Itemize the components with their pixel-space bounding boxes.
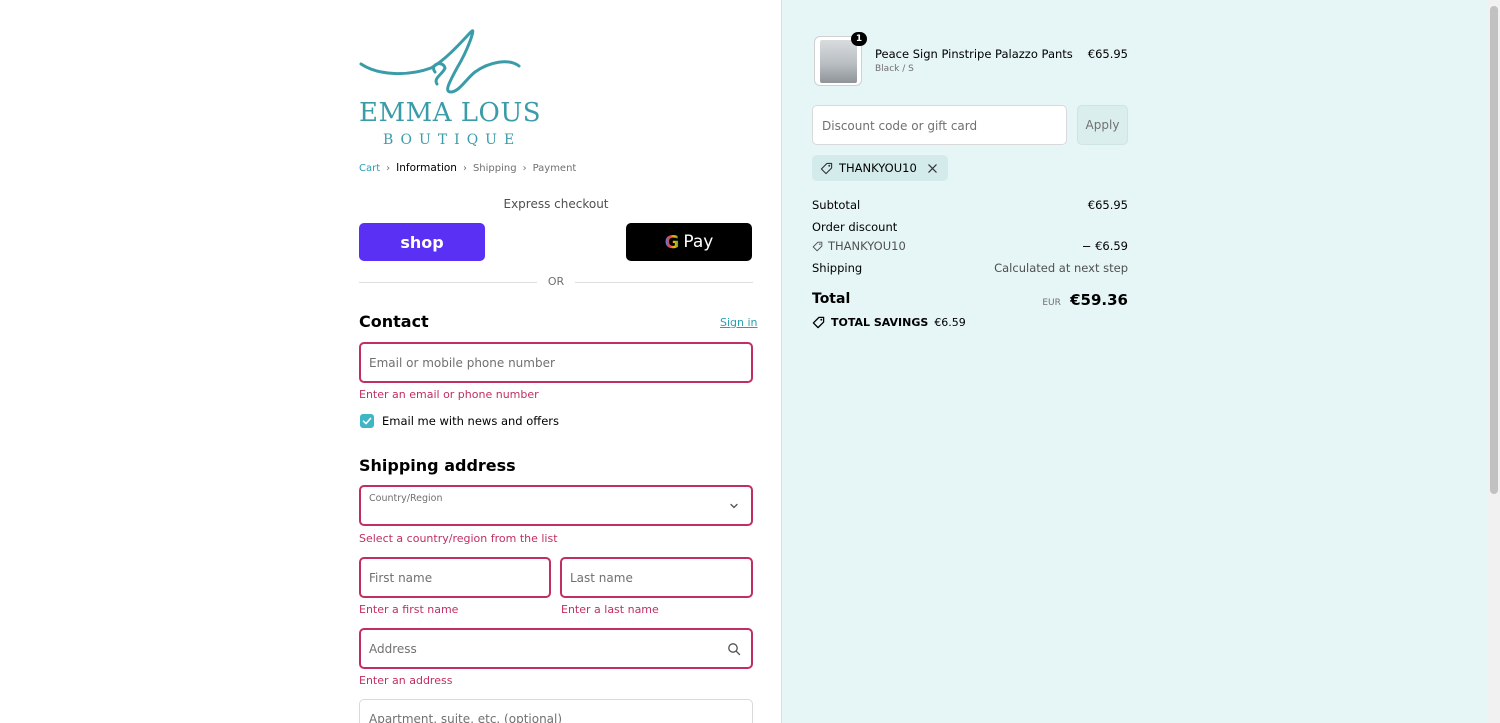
contact-heading: Contact [359, 312, 429, 331]
news-checkbox-label[interactable]: Email me with news and offers [382, 414, 559, 428]
email-error: Enter an email or phone number [359, 388, 539, 401]
divider-line [575, 282, 753, 283]
total-value: €59.36 [1070, 291, 1128, 309]
shop-pay-button[interactable]: shop [359, 223, 485, 261]
shipping-label: Shipping [812, 261, 863, 275]
chevron-right-icon: › [522, 162, 527, 174]
apartment-placeholder: Apartment, suite, etc. (optional) [369, 712, 563, 723]
address-error: Enter an address [359, 674, 453, 687]
google-pay-label: Pay [683, 232, 714, 252]
total-row: Total EUR €59.36 [812, 291, 1128, 313]
total-value-wrap: EUR €59.36 [1042, 291, 1128, 309]
logo-script-icon [359, 29, 521, 94]
apartment-field[interactable]: Apartment, suite, etc. (optional) [359, 699, 753, 723]
tag-icon [820, 162, 833, 174]
brand-name: EMMA LOUS [359, 98, 542, 128]
sign-in-link[interactable]: Sign in [720, 316, 758, 329]
news-checkbox[interactable] [360, 414, 374, 428]
breadcrumb-cart[interactable]: Cart [359, 163, 380, 174]
search-icon[interactable] [727, 642, 741, 656]
address-field[interactable]: Address [359, 628, 753, 669]
breadcrumb: Cart › Information › Shipping › Payment [359, 162, 576, 174]
first-name-field[interactable]: First name [359, 557, 551, 598]
country-select[interactable]: Country/Region [359, 485, 753, 526]
product-variant: Black / S [875, 64, 914, 74]
last-name-field[interactable]: Last name [560, 557, 753, 598]
last-name-error: Enter a last name [561, 603, 659, 616]
country-error: Select a country/region from the list [359, 532, 558, 545]
total-label: Total [812, 291, 851, 307]
breadcrumb-payment: Payment [532, 162, 577, 174]
discount-code-text: THANKYOU10 [828, 239, 906, 253]
breadcrumb-information: Information [396, 162, 457, 174]
apply-discount-button[interactable]: Apply [1077, 105, 1128, 145]
subtotal-value: €65.95 [1087, 198, 1128, 212]
chevron-right-icon: › [386, 162, 391, 174]
express-checkout-label: Express checkout [503, 197, 609, 211]
product-image [820, 40, 857, 83]
google-g-icon: G [664, 231, 680, 253]
savings-label: TOTAL SAVINGS [831, 316, 929, 329]
subtotal-label: Subtotal [812, 198, 861, 212]
discount-code-label: THANKYOU10 [812, 239, 906, 253]
tag-icon [812, 316, 825, 329]
discount-code-input[interactable]: Discount code or gift card [812, 105, 1067, 145]
check-icon [362, 417, 372, 425]
shipping-address-heading: Shipping address [359, 456, 516, 475]
discount-value: − €6.59 [1081, 239, 1128, 253]
address-placeholder: Address [369, 641, 417, 656]
last-name-placeholder: Last name [570, 570, 633, 585]
scrollbar[interactable] [1488, 0, 1500, 723]
tag-icon [812, 241, 823, 251]
breadcrumb-shipping: Shipping [472, 162, 517, 174]
applied-discount-chip: THANKYOU10 [812, 155, 948, 181]
first-name-error: Enter a first name [359, 603, 459, 616]
order-discount-label: Order discount [812, 220, 898, 234]
apply-label: Apply [1085, 118, 1120, 132]
currency-code: EUR [1042, 298, 1061, 308]
or-divider: OR [359, 275, 753, 291]
first-name-placeholder: First name [369, 570, 433, 585]
brand-subtitle: BOUTIQUE [383, 132, 522, 148]
discount-placeholder: Discount code or gift card [822, 119, 978, 133]
quantity-badge: 1 [851, 32, 867, 46]
email-placeholder: Email or mobile phone number [369, 355, 555, 370]
savings-value: €6.59 [934, 316, 966, 329]
product-price: €65.95 [1087, 47, 1128, 61]
chevron-down-icon [730, 503, 738, 508]
shop-pay-label: shop [400, 232, 444, 252]
brand-logo[interactable]: EMMA LOUS BOUTIQUE [359, 28, 542, 150]
google-pay-button[interactable]: G Pay [626, 223, 752, 261]
chevron-right-icon: › [462, 162, 467, 174]
email-field[interactable]: Email or mobile phone number [359, 342, 753, 383]
country-label: Country/Region [369, 493, 443, 504]
shipping-value: Calculated at next step [994, 261, 1128, 275]
total-savings: TOTAL SAVINGS €6.59 [812, 316, 966, 329]
scrollbar-thumb[interactable] [1490, 6, 1498, 494]
close-icon[interactable] [927, 163, 938, 174]
applied-code-text: THANKYOU10 [839, 161, 917, 175]
